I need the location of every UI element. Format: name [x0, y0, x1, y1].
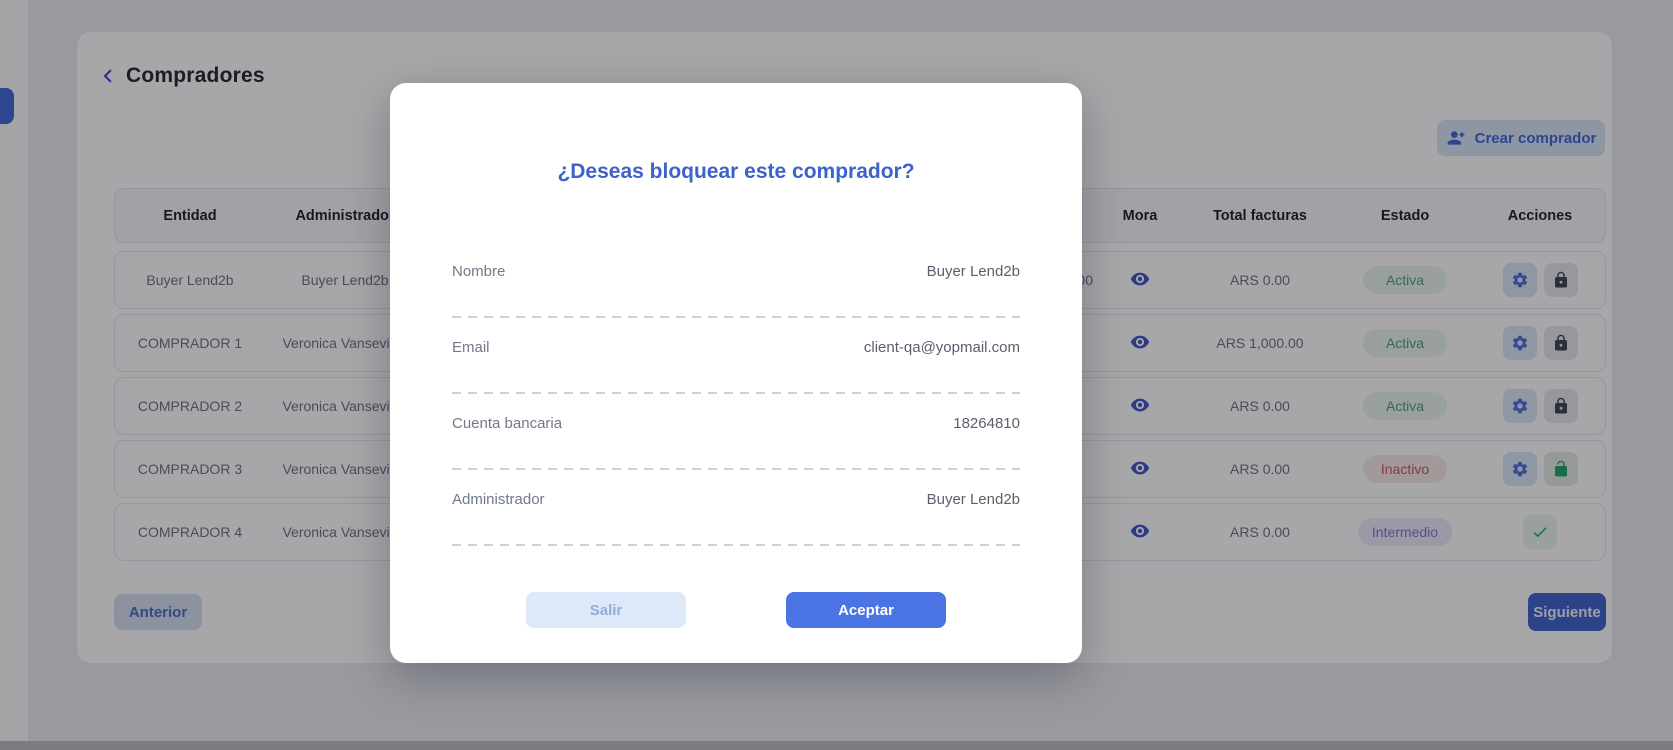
field-cuenta-bancaria: Cuenta bancaria 18264810 — [452, 415, 1020, 470]
block-buyer-dialog: ¿Deseas bloquear este comprador? Nombre … — [390, 83, 1082, 663]
field-email: Email client-qa@yopmail.com — [452, 339, 1020, 394]
dialog-buttons: Salir Aceptar — [390, 592, 1082, 628]
field-administrador: Administrador Buyer Lend2b — [452, 491, 1020, 546]
field-label: Nombre — [452, 263, 505, 280]
field-value: client-qa@yopmail.com — [864, 339, 1020, 356]
dashed-divider — [452, 468, 1020, 470]
field-label: Cuenta bancaria — [452, 415, 562, 432]
dashed-divider — [452, 544, 1020, 546]
field-value: Buyer Lend2b — [927, 491, 1020, 508]
field-nombre: Nombre Buyer Lend2b — [452, 263, 1020, 318]
field-label: Email — [452, 339, 490, 356]
field-label: Administrador — [452, 491, 545, 508]
dashed-divider — [452, 392, 1020, 394]
dialog-title: ¿Deseas bloquear este comprador? — [390, 159, 1082, 185]
dialog-fields: Nombre Buyer Lend2b Email client-qa@yopm… — [452, 263, 1020, 546]
confirm-button[interactable]: Aceptar — [786, 592, 946, 628]
field-value: Buyer Lend2b — [927, 263, 1020, 280]
dashed-divider — [452, 316, 1020, 318]
cancel-button[interactable]: Salir — [526, 592, 686, 628]
field-value: 18264810 — [953, 415, 1020, 432]
